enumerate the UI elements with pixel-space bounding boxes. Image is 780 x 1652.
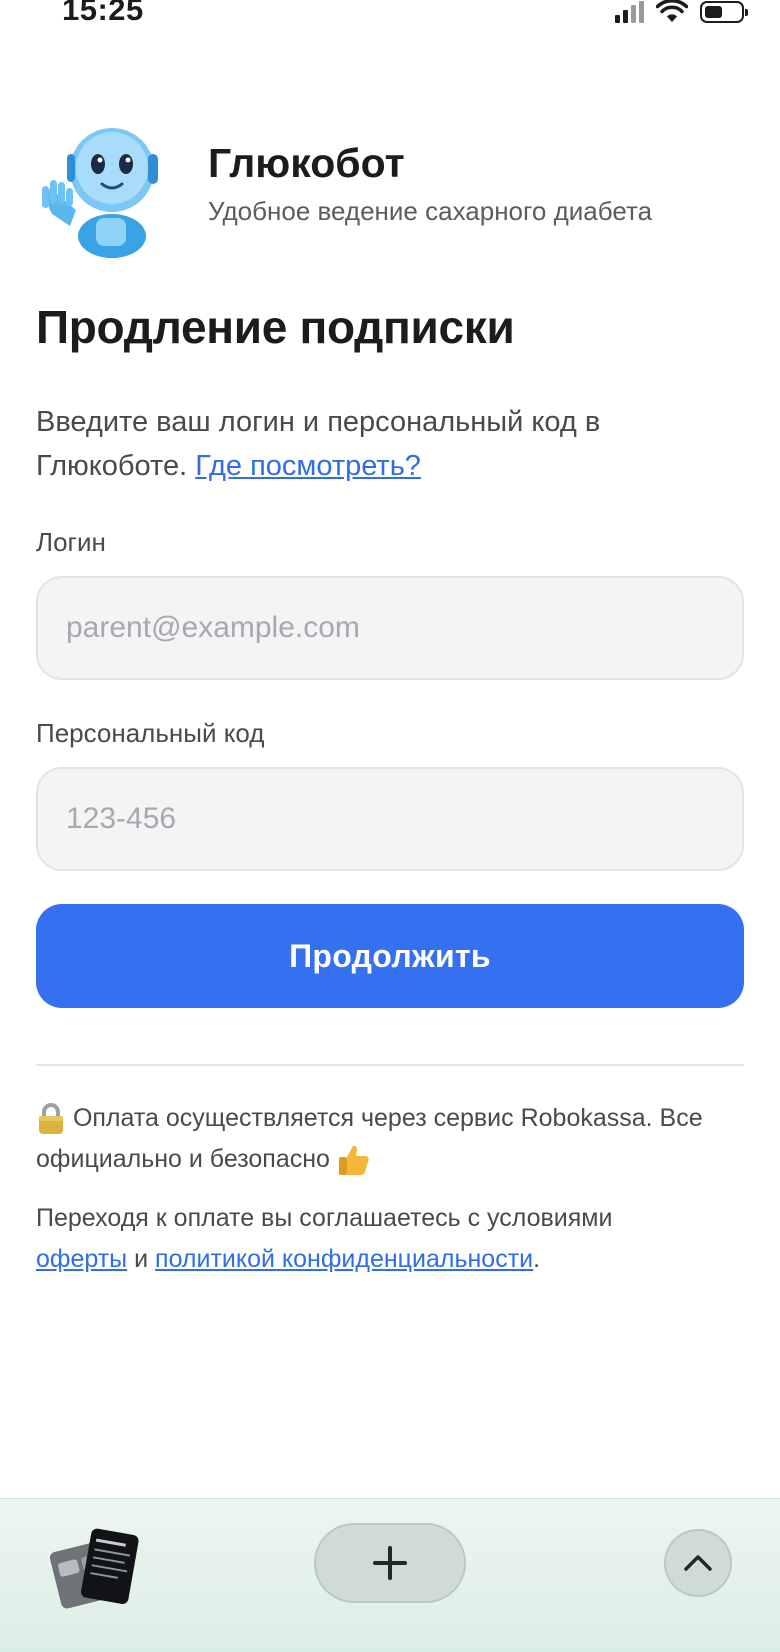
- page-title: Продление подписки: [36, 301, 515, 353]
- terms-note: Переходя к оплате вы соглашаетесь с усло…: [36, 1198, 746, 1280]
- status-icons: [615, 0, 748, 24]
- signal-icon: [615, 1, 644, 23]
- lock-icon: [39, 1103, 63, 1135]
- offer-link[interactable]: оферты: [36, 1245, 127, 1273]
- app-tagline: Удобное ведение сахарного диабета: [208, 196, 653, 226]
- scroll-up-button[interactable]: [664, 1529, 732, 1597]
- robot-mascot-icon: [42, 128, 158, 258]
- continue-button[interactable]: Продолжить: [36, 904, 744, 1008]
- divider: [36, 1064, 744, 1066]
- app-name: Глюкобот: [208, 140, 405, 186]
- new-tab-button[interactable]: [314, 1523, 466, 1603]
- plus-icon: [373, 1546, 407, 1580]
- terms-prefix: Переходя к оплате вы соглашаетесь с усло…: [36, 1204, 613, 1232]
- where-to-find-link[interactable]: Где посмотреть?: [195, 450, 421, 482]
- privacy-policy-link[interactable]: политикой конфиденциальности: [155, 1245, 533, 1273]
- browser-toolbar: [0, 1498, 780, 1652]
- code-label: Персональный код: [36, 718, 265, 748]
- wifi-icon: [656, 0, 688, 22]
- thumbs-up-icon: [338, 1146, 369, 1176]
- chevron-up-icon: [684, 1555, 712, 1571]
- code-input[interactable]: [36, 767, 744, 871]
- battery-icon: [700, 1, 748, 23]
- status-bar: 15:25: [0, 0, 780, 40]
- terms-and: и: [134, 1245, 149, 1273]
- login-input[interactable]: [36, 576, 744, 680]
- status-time: 15:25: [62, 0, 144, 27]
- tab-switcher-thumbnail[interactable]: [48, 1525, 140, 1615]
- login-label: Логин: [36, 527, 106, 557]
- payment-note: Оплата осуществляется через сервис Robok…: [36, 1098, 746, 1180]
- terms-period: .: [533, 1245, 541, 1273]
- intro-text: Введите ваш логин и персональный код в Г…: [36, 400, 736, 488]
